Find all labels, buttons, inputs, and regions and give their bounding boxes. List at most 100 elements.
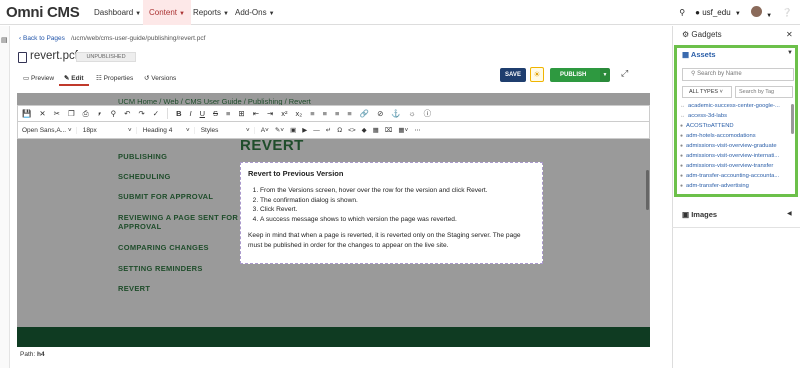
help-icon[interactable]: ❔ — [782, 8, 792, 17]
list-item[interactable]: ● admissions-visit-overview-internati... — [680, 151, 790, 161]
asset-type-select[interactable]: ALL TYPES ˅ — [682, 86, 732, 98]
line-break-icon[interactable]: ↵ — [326, 126, 331, 134]
styles-select[interactable]: Styles ˅ — [201, 126, 255, 134]
asset-search-input[interactable]: ⚲ Search by Name — [682, 68, 794, 81]
collapse-icon[interactable]: ▼ — [787, 50, 793, 56]
tab-edit[interactable]: ✎ Edit — [64, 74, 84, 82]
assets-gadget-header[interactable]: ▦ Assets — [682, 50, 716, 59]
bold-icon[interactable]: B — [176, 109, 181, 118]
list-item[interactable]: ● admissions-visit-overview-transfer — [680, 161, 790, 171]
text-color-icon[interactable]: A˅ — [261, 127, 269, 134]
tab-preview[interactable]: ▭ Preview — [23, 74, 54, 82]
monitor-icon: ▭ — [23, 75, 30, 82]
publish-button[interactable]: PUBLISH — [550, 68, 600, 82]
indent-icon[interactable]: ⇥ — [267, 109, 273, 118]
media-icon[interactable]: ▶ — [302, 126, 307, 134]
save-icon[interactable]: 💾 — [22, 109, 31, 118]
subscript-icon[interactable]: x₂ — [296, 109, 303, 118]
snippet-icon[interactable]: ◆ — [362, 126, 367, 134]
link-icon[interactable]: 🔗 — [360, 109, 369, 118]
align-left-icon[interactable]: ≡ — [310, 109, 314, 118]
spellcheck-icon[interactable]: ✓ — [153, 109, 159, 118]
list-item[interactable]: ↔ access-3d-labs — [680, 111, 790, 121]
find-icon[interactable]: ⚲ — [111, 109, 117, 118]
images-gadget-header[interactable]: ▣ Images — [682, 210, 717, 219]
publish-options-caret[interactable]: ▼ — [600, 68, 610, 82]
block-format-value: Heading 4 — [142, 126, 173, 134]
asset-list-scrollbar[interactable] — [791, 104, 794, 134]
tab-properties[interactable]: ☷ Properties — [96, 74, 133, 82]
clear-format-icon[interactable]: ⌧ — [385, 126, 393, 134]
unlink-icon[interactable]: ⊘ — [377, 109, 383, 118]
sidebar-link-setting-reminders[interactable]: SETTING REMINDERS — [118, 264, 203, 273]
block-format-select[interactable]: Heading 4 ˅ — [142, 126, 195, 134]
search-icon[interactable]: ⚲ — [679, 8, 685, 17]
italic-icon[interactable]: I — [189, 109, 191, 118]
font-size-select[interactable]: 18px ˅ — [83, 126, 137, 134]
outdent-icon[interactable]: ⇤ — [253, 109, 259, 118]
sidebar-link-revert[interactable]: REVERT — [118, 284, 150, 293]
table-icon[interactable]: ▦˅ — [398, 126, 408, 134]
sidebar-link-publishing[interactable]: PUBLISHING — [118, 152, 167, 161]
list-item[interactable]: ● adm-hotels-accomodations — [680, 131, 790, 141]
help-icon[interactable]: ⓘ — [424, 108, 432, 119]
redo-icon[interactable]: ↷ — [138, 109, 144, 118]
align-right-icon[interactable]: ≡ — [335, 109, 339, 118]
component-icon[interactable]: ▦ — [373, 126, 379, 134]
close-icon[interactable]: ✕ — [39, 109, 45, 118]
special-link-icon[interactable]: ☼ — [409, 109, 416, 118]
asset-tag-input[interactable]: Search by Tag — [735, 86, 793, 98]
strikethrough-icon[interactable]: S — [213, 109, 218, 118]
expand-icon[interactable]: ◀ — [787, 210, 792, 217]
nav-content[interactable]: Content ▼ — [143, 0, 191, 25]
nav-add-ons[interactable]: Add-Ons ▼ — [229, 0, 281, 25]
bullet-list-icon[interactable]: ≡ — [226, 109, 230, 118]
user-menu[interactable]: ▼ — [750, 6, 773, 19]
list-item[interactable]: ↔ academic-success-center-google-... — [680, 101, 790, 111]
justify-icon[interactable]: ≡ — [347, 109, 351, 118]
paste-icon[interactable]: ⎙ — [83, 109, 89, 119]
align-center-icon[interactable]: ≡ — [323, 109, 327, 118]
nav-content-label: Content — [149, 8, 178, 17]
copy-icon[interactable]: ❐ — [68, 109, 75, 118]
list-item[interactable]: ● adm-transfer-accounting-accounta... — [680, 171, 790, 181]
more-icon[interactable]: ⋯ — [414, 126, 421, 134]
cut-icon[interactable]: ✂ — [54, 109, 60, 118]
numbered-list-icon[interactable]: ⊞ — [238, 109, 244, 118]
paste-text-icon[interactable]: ⎖ — [97, 109, 103, 119]
sidebar-link-scheduling[interactable]: SCHEDULING — [118, 172, 171, 181]
site-selector[interactable]: ● usf_edu ▼ — [695, 8, 741, 17]
sidebar-link-reviewing[interactable]: REVIEWING A PAGE SENT FOR — [118, 213, 238, 222]
nav-dashboard[interactable]: Dashboard ▼ — [88, 0, 147, 25]
special-char-icon[interactable]: Ω — [337, 127, 342, 134]
expand-icon[interactable]: ⤢ — [621, 68, 628, 79]
image-icon[interactable]: ▣ — [290, 126, 296, 134]
undo-icon[interactable]: ↶ — [124, 109, 130, 118]
save-button[interactable]: SAVE — [500, 68, 526, 82]
underline-icon[interactable]: U — [200, 109, 205, 118]
nav-reports[interactable]: Reports ▼ — [187, 0, 235, 25]
file-name: revert.pcf — [30, 50, 78, 62]
back-to-pages-link[interactable]: ‹ Back to Pages — [19, 35, 65, 42]
source-code-icon[interactable]: <> — [348, 127, 356, 134]
sidebar-link-reviewing-cont[interactable]: APPROVAL — [118, 222, 162, 231]
font-family-select[interactable]: Open Sans,A... ˅ — [22, 126, 77, 134]
editable-content-region[interactable]: Revert to Previous Version From the Vers… — [240, 162, 543, 264]
anchor-icon[interactable]: ⚓ — [391, 109, 400, 118]
editor-scrollbar[interactable] — [646, 170, 649, 210]
superscript-icon[interactable]: x² — [281, 109, 287, 118]
tab-versions[interactable]: ↺ Versions — [144, 74, 176, 82]
path-value[interactable]: h4 — [37, 351, 45, 358]
close-icon[interactable]: ✕ — [786, 30, 793, 39]
list-item[interactable]: ● admissions-visit-overview-graduate — [680, 141, 790, 151]
sidebar-link-comparing-changes[interactable]: COMPARING CHANGES — [118, 243, 209, 252]
list-item[interactable]: ● adm-transfer-advertising — [680, 181, 790, 191]
app-logo[interactable]: Omni CMS — [6, 4, 80, 21]
list-item[interactable]: ● ACOSTtoATTEND — [680, 121, 790, 131]
chevron-down-icon: ▼ — [766, 13, 773, 19]
file-tree-icon[interactable]: ▤ — [1, 36, 8, 44]
highlight-icon[interactable]: ✎˅ — [275, 126, 284, 134]
horizontal-rule-icon[interactable]: — — [313, 127, 320, 134]
lightbulb-icon[interactable]: ☀ — [530, 67, 544, 82]
sidebar-link-submit-for-approval[interactable]: SUBMIT FOR APPROVAL — [118, 192, 213, 201]
